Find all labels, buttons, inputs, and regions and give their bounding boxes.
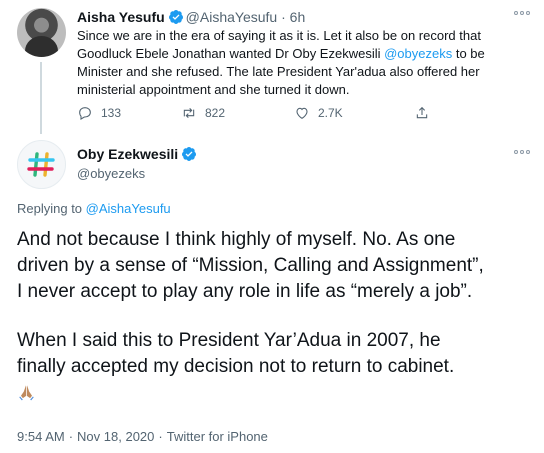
folded-hands-emoji	[19, 385, 34, 401]
replying-to-handle[interactable]: @AishaYesufu	[86, 201, 171, 216]
tweet-metadata: 9:54 AM · Nov 18, 2020 · Twitter for iPhone	[17, 429, 268, 445]
main-handle[interactable]: @obyezeks	[77, 165, 145, 183]
parent-display-name[interactable]: Aisha Yesufu	[77, 9, 165, 25]
retweet-icon	[183, 107, 195, 119]
parent-timestamp[interactable]: 6h	[290, 9, 306, 25]
replying-to-line: Replying to @AishaYesufu	[17, 200, 171, 218]
main-tweet-text: And not because I think highly of myself…	[17, 227, 537, 406]
thread-connector-line	[40, 62, 42, 134]
share-button[interactable]	[414, 104, 430, 122]
retweet-count: 822	[205, 106, 226, 120]
parent-tweet-header: Aisha Yesufu @AishaYesufu · 6h	[77, 7, 305, 27]
main-display-name-row: Oby Ezekwesili	[77, 145, 199, 163]
oby-ezekwesili-avatar[interactable]	[17, 140, 66, 189]
tweet-paragraph-1: And not because I think highly of myself…	[17, 229, 484, 302]
replying-to-label: Replying to	[17, 201, 83, 216]
like-count: 2.7K	[318, 106, 343, 120]
hashtag-logo-icon	[27, 152, 55, 177]
share-icon	[416, 106, 428, 119]
reply-count: 133	[101, 106, 122, 120]
tweet-time[interactable]: 9:54 AM	[17, 429, 65, 444]
verified-badge-icon	[182, 147, 197, 161]
aisha-yesufu-avatar[interactable]	[17, 8, 66, 57]
tweet-paragraph-2-text: When I said this to President Yar’Adua i…	[17, 330, 455, 377]
parent-tweet[interactable]: Aisha Yesufu @AishaYesufu · 6h Since we a…	[0, 0, 544, 134]
parent-handle[interactable]: @AishaYesufu	[186, 9, 278, 25]
tweet-paragraph-2: When I said this to President Yar’Adua i…	[17, 328, 537, 406]
like-button[interactable]: 2.7K	[294, 104, 343, 122]
header-separator: ·	[281, 9, 286, 25]
verified-badge-icon	[168, 10, 183, 24]
more-icon[interactable]	[514, 11, 530, 17]
heart-icon	[296, 107, 308, 119]
mention-link[interactable]: @obyezeks	[384, 46, 452, 61]
tweet-source[interactable]: Twitter for iPhone	[167, 429, 268, 444]
more-icon[interactable]	[514, 150, 530, 156]
meta-separator: ·	[158, 429, 163, 444]
tweet-date[interactable]: Nov 18, 2020	[77, 429, 154, 444]
reply-button[interactable]: 133	[77, 104, 121, 122]
parent-tweet-text: Since we are in the era of saying it as …	[77, 27, 527, 99]
main-display-name[interactable]: Oby Ezekwesili	[77, 146, 178, 162]
retweet-button[interactable]: 822	[181, 104, 225, 122]
parent-action-bar: 133 822 2.7K	[77, 104, 537, 122]
reply-icon	[79, 107, 91, 120]
meta-separator: ·	[68, 429, 74, 444]
